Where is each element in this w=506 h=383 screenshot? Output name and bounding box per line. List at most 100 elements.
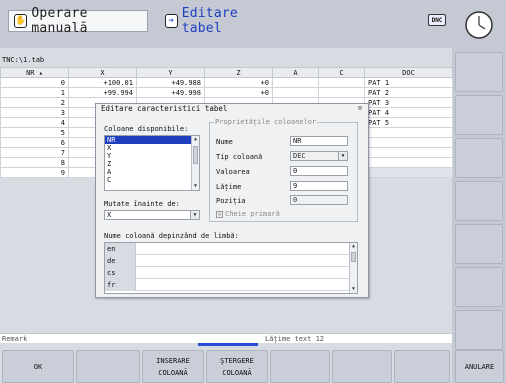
softkey-empty-3[interactable] [332,350,392,383]
status-line: Remark Lățime text 12 [0,333,452,343]
side-softkey-3[interactable] [455,138,503,178]
move-before-select[interactable]: X ▼ [104,210,200,220]
lang-row[interactable]: en [105,243,350,255]
table-cell[interactable]: PAT 5 [364,117,453,128]
dnc-badge: DNC [428,14,446,26]
col-header-c[interactable]: C [318,67,365,78]
col-header-doc[interactable]: DOC [364,67,453,78]
side-softkey-4[interactable] [455,181,503,221]
table-cell[interactable]: 2 [0,97,69,108]
lang-scrollbar[interactable]: ▲ ▼ [349,243,357,293]
list-item[interactable]: A [105,168,199,176]
softkey-empty-2[interactable] [270,350,330,383]
table-cell[interactable]: +49.998 [136,87,205,98]
close-icon[interactable]: ⊠ [358,104,362,112]
scroll-down-icon[interactable]: ▼ [350,286,357,293]
language-names-label: Nume coloană depinzând de limbă: [104,232,239,240]
chevron-down-icon[interactable]: ▼ [190,211,199,219]
mode-edit-tab[interactable]: ➔ Editare tabel [160,6,280,36]
primary-key-checkbox[interactable]: ✕ Cheie primară [216,210,280,218]
table-cell[interactable] [272,77,319,88]
table-cell[interactable]: 7 [0,147,69,158]
name-label: Nume [216,138,233,146]
lang-value-cell[interactable] [135,243,350,255]
table-cell[interactable]: PAT 4 [364,107,453,118]
col-header-z[interactable]: Z [204,67,273,78]
table-cell[interactable]: PAT 3 [364,97,453,108]
col-header-nr[interactable]: NR ▴ [0,67,69,78]
value-field[interactable]: 0 [290,166,348,176]
width-text-label: Lățime text 12 [265,335,325,343]
table-cell[interactable] [364,157,453,168]
side-softkey-5[interactable] [455,224,503,264]
table-cell[interactable] [364,147,453,158]
table-cell[interactable] [318,77,365,88]
scroll-thumb[interactable] [351,252,356,262]
table-cell[interactable]: +100.01 [68,77,137,88]
table-cell[interactable]: +49.988 [136,77,205,88]
table-cell[interactable] [364,167,453,178]
type-select[interactable]: DEC ▼ [290,151,348,161]
scroll-thumb[interactable] [193,146,198,164]
table-cell[interactable]: 6 [0,137,69,148]
lang-value-cell[interactable] [135,255,350,267]
col-header-x[interactable]: X [68,67,137,78]
list-item[interactable]: NR [105,136,199,144]
list-item[interactable]: X [105,144,199,152]
softkey-empty-1[interactable] [76,350,140,383]
lang-value-cell[interactable] [135,279,350,291]
table-cell[interactable]: 5 [0,127,69,138]
list-item[interactable]: Z [105,160,199,168]
insert-column-button[interactable]: INSERARE COLOANĂ [142,350,204,383]
ok-button[interactable]: OK [2,350,74,383]
table-cell[interactable] [318,87,365,98]
available-columns-list[interactable]: NR X Y Z A C ▲ ▼ [104,135,200,191]
table-cell[interactable]: +0 [204,87,273,98]
softkey-empty-4[interactable] [394,350,450,383]
lang-value-cell[interactable] [135,267,350,279]
mode-manual-tab[interactable]: ✋ Operare manuală [8,6,148,36]
name-field[interactable]: NR [290,136,348,146]
col-header-a[interactable]: A [272,67,319,78]
lang-row[interactable]: cs [105,267,350,279]
table-cell[interactable]: 4 [0,117,69,128]
available-columns-label: Coloane disponibile: [104,125,189,133]
position-field[interactable]: 0 [290,195,348,205]
lang-row[interactable]: fr [105,279,350,291]
list-scrollbar[interactable]: ▲ ▼ [191,136,199,190]
side-softkey-6[interactable] [455,267,503,307]
table-cell[interactable]: 3 [0,107,69,118]
table-cell[interactable]: 8 [0,157,69,168]
chevron-down-icon[interactable]: ▼ [338,152,347,160]
table-cell[interactable]: PAT 2 [364,87,453,98]
primary-key-label: Cheie primară [225,210,280,218]
width-field[interactable]: 9 [290,181,348,191]
delete-column-button[interactable]: ŞTERGERE COLOANĂ [206,350,268,383]
table-cell[interactable]: 1 [0,87,69,98]
side-softkey-7[interactable] [455,310,503,350]
table-cell[interactable] [364,137,453,148]
table-cell[interactable] [272,87,319,98]
side-softkey-2[interactable] [455,95,503,135]
table-cell[interactable]: +0 [204,77,273,88]
language-names-table[interactable]: en de cs fr ▲ ▼ [104,242,358,294]
table-properties-dialog: Editare caracteristici tabel ⊠ Coloane d… [95,103,369,298]
col-header-y[interactable]: Y [136,67,205,78]
cancel-button[interactable]: ANULARE [455,350,504,383]
table-cell[interactable] [364,127,453,138]
table-cell[interactable]: PAT 1 [364,77,453,88]
scroll-down-icon[interactable]: ▼ [192,183,199,190]
table-cell[interactable]: 9 [0,167,69,178]
table-row[interactable]: 0 +100.01 +49.988 +0 PAT 1 [0,77,453,88]
table-cell[interactable]: 0 [0,77,69,88]
table-row[interactable]: 1 +99.994 +49.998 +0 PAT 2 [0,87,453,98]
edit-arrow-icon: ➔ [165,14,178,28]
list-item[interactable]: C [105,176,199,184]
table-cell[interactable]: +99.994 [68,87,137,98]
scroll-up-icon[interactable]: ▲ [192,136,199,143]
lang-row[interactable]: de [105,255,350,267]
scroll-up-icon[interactable]: ▲ [350,243,357,250]
side-softkey-1[interactable] [455,52,503,92]
list-item[interactable]: Y [105,152,199,160]
move-before-label: Mutate înainte de: [104,200,180,208]
